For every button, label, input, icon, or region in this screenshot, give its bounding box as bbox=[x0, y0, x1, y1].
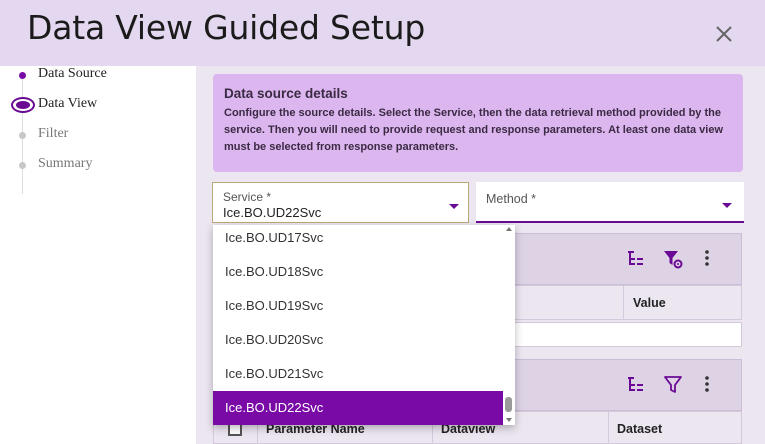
step-filter[interactable]: Filter bbox=[0, 126, 196, 150]
filter-icon bbox=[664, 376, 682, 393]
info-box: Data source details Configure the source… bbox=[213, 74, 743, 172]
service-dropdown-list[interactable]: Ice.BO.UD17Svc Ice.BO.UD18Svc Ice.BO.UD1… bbox=[213, 225, 515, 425]
dropdown-option-selected[interactable]: Ice.BO.UD22Svc bbox=[213, 391, 503, 425]
dialog-title: Data View Guided Setup bbox=[27, 8, 426, 47]
dropdown-option[interactable]: Ice.BO.UD18Svc bbox=[213, 255, 503, 289]
tree-view-icon bbox=[628, 377, 643, 391]
service-label: Service * bbox=[223, 190, 272, 204]
dropdown-option[interactable]: Ice.BO.UD20Svc bbox=[213, 323, 503, 357]
filter-settings-button[interactable] bbox=[662, 248, 684, 270]
column-header-value[interactable]: Value bbox=[623, 286, 743, 319]
step-data-source[interactable]: Data Source bbox=[0, 66, 196, 90]
method-label: Method * bbox=[486, 192, 537, 206]
scroll-down-arrow-icon[interactable] bbox=[506, 418, 512, 422]
scrollbar-thumb[interactable] bbox=[505, 397, 512, 412]
more-vert-icon bbox=[705, 250, 709, 266]
dropdown-caret-icon bbox=[722, 203, 732, 208]
stepper: Data Source Data View Filter Summary bbox=[0, 66, 196, 444]
dropdown-option[interactable]: Ice.BO.UD19Svc bbox=[213, 289, 503, 323]
tree-view-button[interactable] bbox=[625, 374, 647, 396]
close-icon bbox=[716, 26, 732, 42]
info-title: Data source details bbox=[224, 86, 348, 101]
more-options-button[interactable] bbox=[696, 247, 718, 269]
service-value: Ice.BO.UD22Svc bbox=[223, 205, 322, 220]
filter-button[interactable] bbox=[662, 374, 684, 396]
step-data-view[interactable]: Data View bbox=[0, 94, 196, 118]
filter-settings-icon bbox=[664, 251, 683, 269]
service-select[interactable]: Service * Ice.BO.UD22Svc bbox=[212, 182, 469, 223]
step-summary[interactable]: Summary bbox=[0, 156, 196, 180]
scroll-up-arrow-icon[interactable] bbox=[506, 227, 512, 231]
info-body: Configure the source details. Select the… bbox=[224, 107, 724, 153]
method-select[interactable]: Method * bbox=[476, 182, 744, 223]
column-header-dataset[interactable]: Dataset bbox=[608, 412, 743, 444]
dropdown-caret-icon bbox=[449, 204, 459, 209]
tree-view-button[interactable] bbox=[625, 248, 647, 270]
step-label: Filter bbox=[38, 126, 69, 141]
dropdown-option[interactable]: Ice.BO.UD17Svc bbox=[213, 225, 503, 255]
step-active-indicator bbox=[11, 97, 35, 113]
close-button[interactable] bbox=[710, 20, 738, 48]
step-label: Data Source bbox=[38, 66, 107, 81]
dialog-header: Data View Guided Setup bbox=[0, 0, 765, 66]
more-options-button[interactable] bbox=[696, 373, 718, 395]
step-dot bbox=[19, 72, 26, 79]
tree-view-icon bbox=[628, 251, 643, 265]
step-label: Data View bbox=[38, 96, 98, 111]
step-dot bbox=[19, 162, 26, 169]
step-label: Summary bbox=[38, 156, 93, 171]
more-vert-icon bbox=[705, 376, 709, 392]
step-dot bbox=[19, 132, 26, 139]
dropdown-option[interactable]: Ice.BO.UD21Svc bbox=[213, 357, 503, 391]
